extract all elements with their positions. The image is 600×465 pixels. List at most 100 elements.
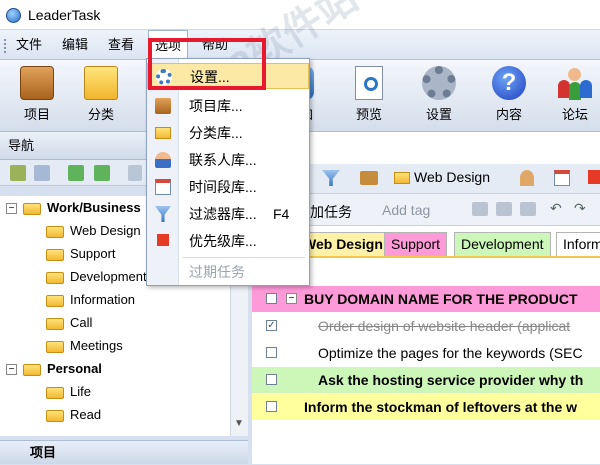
menu-item-priority-library[interactable]: 优先级库... bbox=[147, 228, 309, 254]
toolbar-preview-label: 预览 bbox=[355, 107, 382, 122]
toolbar-forum-button[interactable]: 论坛 bbox=[544, 64, 600, 128]
toolbar-projects-button[interactable]: 项目 bbox=[6, 64, 68, 128]
tree-item-personal[interactable]: − Personal bbox=[0, 357, 230, 380]
toolbar-help-content-button[interactable]: ? 内容 bbox=[478, 64, 540, 128]
menu-grip bbox=[4, 39, 8, 53]
menu-item-label: 时间段库... bbox=[189, 179, 257, 195]
task-text: Optimize the pages for the keywords (SEC bbox=[318, 345, 583, 361]
new-item-icon[interactable] bbox=[10, 165, 26, 181]
priority-flag-icon[interactable] bbox=[588, 170, 600, 184]
task-checkbox[interactable] bbox=[266, 293, 277, 304]
folder-icon bbox=[23, 202, 41, 215]
attachment-icon[interactable] bbox=[496, 202, 512, 216]
task-row[interactable]: ✓ Order design of website header (applic… bbox=[252, 313, 600, 339]
edit-icon[interactable] bbox=[520, 202, 536, 216]
menu-item-label: 优先级库... bbox=[189, 233, 257, 249]
filter-icon[interactable] bbox=[322, 170, 340, 186]
menu-view[interactable]: 查看 bbox=[102, 30, 140, 60]
task-list: − BUY DOMAIN NAME FOR THE PRODUCT ✓ Orde… bbox=[252, 286, 600, 464]
redo-icon[interactable]: ↷ bbox=[574, 200, 586, 217]
folder-icon bbox=[394, 172, 410, 184]
menu-item-label: 过滤器库... bbox=[189, 206, 257, 222]
menu-item-project-library[interactable]: 项目库... bbox=[147, 93, 309, 119]
folder-icon bbox=[46, 386, 64, 399]
tree-item-label: Life bbox=[70, 384, 91, 399]
task-checkbox-checked[interactable]: ✓ bbox=[266, 320, 277, 331]
options-dropdown-menu: 设置... 项目库... 分类库... 联系人库... 时间段库... 过滤器库… bbox=[146, 58, 310, 286]
scroll-down-icon[interactable]: ▼ bbox=[234, 418, 244, 429]
tree-item-label: Development bbox=[70, 269, 147, 284]
task-row[interactable]: Optimize the pages for the keywords (SEC bbox=[252, 340, 600, 366]
task-checkbox[interactable] bbox=[266, 401, 277, 412]
task-row[interactable]: − BUY DOMAIN NAME FOR THE PRODUCT bbox=[252, 286, 600, 312]
undo-icon[interactable]: ↶ bbox=[550, 200, 562, 217]
toolbar-categories-label: 分类 bbox=[87, 107, 114, 122]
preview-icon bbox=[355, 66, 383, 100]
calendar-icon bbox=[155, 179, 171, 195]
task-checkbox[interactable] bbox=[266, 374, 277, 385]
folder-icon bbox=[46, 225, 64, 238]
task-row[interactable]: Ask the hosting service provider why th bbox=[252, 367, 600, 393]
tab-support[interactable]: Support bbox=[384, 232, 448, 256]
collapse-icon[interactable]: − bbox=[6, 203, 17, 215]
menu-item-shortcut: F4 bbox=[273, 206, 290, 222]
menu-item-contacts-library[interactable]: 联系人库... bbox=[147, 147, 309, 173]
add-sibling-icon[interactable] bbox=[94, 165, 110, 181]
toolbar-settings-label: 设置 bbox=[425, 107, 452, 122]
toolbar-settings-button[interactable]: 设置 bbox=[408, 64, 470, 128]
gear-icon bbox=[422, 66, 456, 100]
briefcase-icon bbox=[155, 98, 171, 114]
menu-item-category-library[interactable]: 分类库... bbox=[147, 120, 309, 146]
folder-icon bbox=[155, 127, 171, 139]
folder-icon bbox=[23, 363, 41, 376]
folder-icon bbox=[84, 66, 118, 100]
add-task-button[interactable]: 加任务 bbox=[310, 202, 352, 222]
collapse-icon[interactable]: − bbox=[286, 293, 297, 304]
menu-item-label: 联系人库... bbox=[189, 152, 257, 168]
tab-development[interactable]: Development bbox=[454, 232, 551, 256]
tab-information[interactable]: Inform bbox=[556, 232, 600, 256]
move-up-icon[interactable] bbox=[128, 165, 142, 181]
tab-web-design[interactable]: Web Design bbox=[296, 232, 390, 256]
menu-item-filter-library[interactable]: 过滤器库... F4 bbox=[147, 201, 309, 227]
task-row[interactable]: Inform the stockman of leftovers at the … bbox=[252, 394, 600, 420]
tree-item-label: Meetings bbox=[70, 338, 123, 353]
toolbar-forum-label: 论坛 bbox=[561, 107, 588, 122]
briefcase-icon bbox=[20, 66, 54, 100]
toolbar-categories-button[interactable]: 分类 bbox=[70, 64, 132, 128]
edit-item-icon[interactable] bbox=[34, 165, 50, 181]
add-child-icon[interactable] bbox=[68, 165, 84, 181]
menu-item-time-library[interactable]: 时间段库... bbox=[147, 174, 309, 200]
collapse-icon[interactable]: − bbox=[6, 364, 17, 376]
task-text: Order design of website header (applicat bbox=[318, 318, 571, 334]
menu-edit[interactable]: 编辑 bbox=[56, 30, 94, 60]
contact-filter-icon[interactable] bbox=[520, 170, 534, 186]
tree-item-life[interactable]: Life bbox=[0, 380, 230, 403]
briefcase-icon[interactable] bbox=[360, 171, 378, 185]
calendar-icon[interactable] bbox=[554, 170, 570, 186]
menu-separator bbox=[183, 257, 305, 258]
nav-bottom-panel[interactable]: 项目 bbox=[0, 440, 248, 464]
task-checkbox[interactable] bbox=[266, 347, 277, 358]
highlight-annotation bbox=[148, 38, 266, 90]
filter-icon bbox=[155, 206, 171, 222]
task-text: Inform the stockman of leftovers at the … bbox=[304, 399, 578, 415]
contact-icon bbox=[155, 152, 171, 168]
tree-item-read[interactable]: Read bbox=[0, 403, 230, 426]
folder-icon bbox=[46, 271, 64, 284]
menu-file[interactable]: 文件 bbox=[10, 30, 48, 60]
toolbar-preview-button[interactable]: 预览 bbox=[338, 64, 400, 128]
tree-item-label: Call bbox=[70, 315, 93, 330]
menu-item-label: 过期任务 bbox=[189, 264, 245, 280]
add-tag-button[interactable]: Add tag bbox=[382, 202, 430, 218]
tree-item-meetings[interactable]: Meetings bbox=[0, 334, 230, 357]
menu-item-label: 分类库... bbox=[189, 125, 243, 141]
tree-item-label: Support bbox=[70, 246, 116, 261]
tree-item-label: Personal bbox=[47, 361, 102, 376]
tree-item-information[interactable]: Information bbox=[0, 288, 230, 311]
toolbar-projects-label: 项目 bbox=[23, 107, 50, 122]
tag-icon[interactable] bbox=[472, 202, 488, 216]
tree-item-call[interactable]: Call bbox=[0, 311, 230, 334]
category-filter-dropdown[interactable]: Web Design bbox=[414, 169, 490, 185]
menu-item-overdue-tasks[interactable]: 过期任务 bbox=[147, 259, 309, 285]
